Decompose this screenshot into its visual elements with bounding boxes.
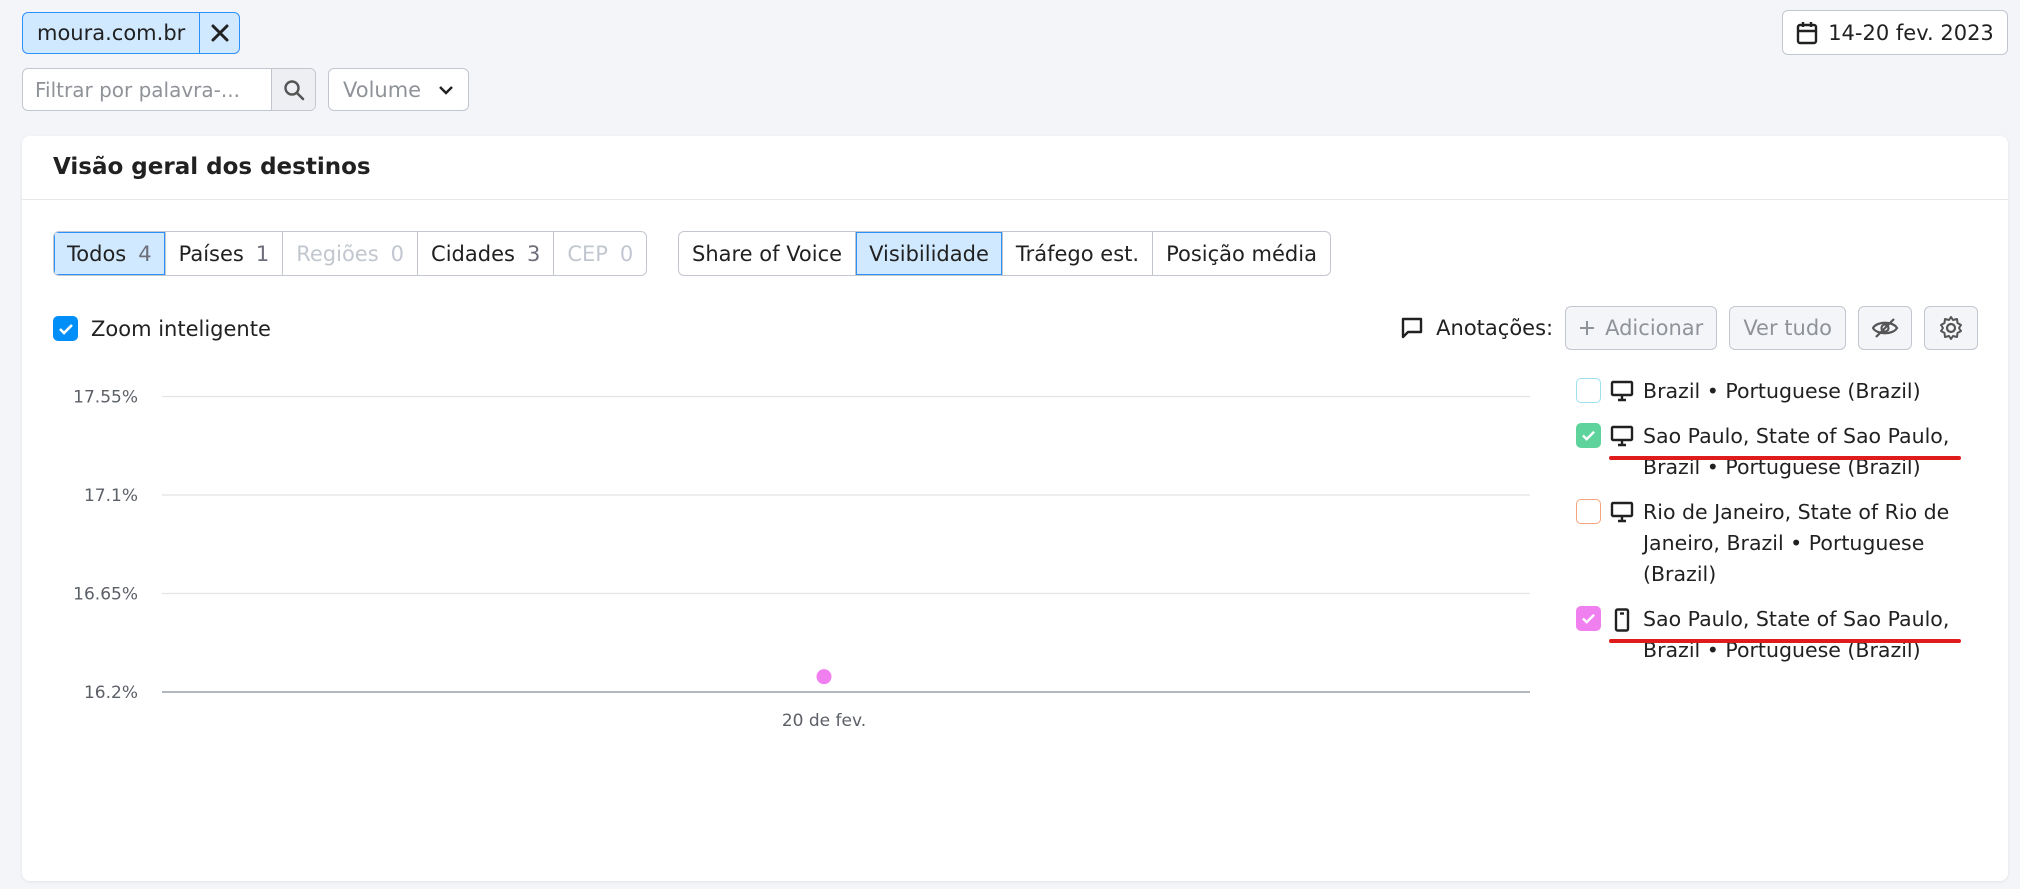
- close-icon[interactable]: [199, 13, 239, 53]
- gear-icon: [1940, 316, 1962, 340]
- tab-label: CEP: [567, 241, 608, 266]
- chevron-down-icon: [439, 85, 453, 95]
- legend-checkbox[interactable]: [1576, 499, 1601, 524]
- y-tick-label: 17.55%: [73, 388, 138, 408]
- legend-label: Brazil • Portuguese (Brazil): [1643, 379, 1921, 403]
- data-point: [816, 669, 832, 685]
- x-tick-label: 20 de fev.: [782, 711, 866, 731]
- tab-label: Países: [178, 241, 244, 266]
- legend-checkbox[interactable]: [1576, 606, 1601, 631]
- comment-icon: [1401, 317, 1423, 339]
- search-icon: [283, 79, 304, 100]
- annotation-underline: [1609, 639, 1961, 643]
- check-icon: [1582, 613, 1595, 624]
- tab-cidades[interactable]: Cidades 3: [418, 232, 555, 275]
- annotations-toolbar: Anotações: Adicionar Ver tudo: [1400, 306, 1978, 350]
- card-divider: [22, 199, 2008, 200]
- card-title: Visão geral dos destinos: [53, 154, 371, 180]
- hide-annotations-button[interactable]: [1858, 306, 1912, 350]
- legend-label: Sao Paulo, State of Sao Paulo, Brazil • …: [1643, 607, 1950, 662]
- tab-visibilidade[interactable]: Visibilidade: [856, 232, 1003, 275]
- visibility-chart: 18%17.55%17.1%16.65%16.2%20 de fev.: [73, 388, 1530, 731]
- legend-checkbox[interactable]: [1576, 423, 1601, 448]
- metric-tabs: Share of Voice Visibilidade Tráfego est.…: [678, 231, 1331, 276]
- desktop-icon: [1610, 425, 1634, 447]
- volume-select[interactable]: Volume: [328, 68, 469, 111]
- smart-zoom-label: Zoom inteligente: [91, 316, 271, 341]
- tab-posicao-media[interactable]: Posição média: [1153, 232, 1330, 275]
- destinations-overview-card: Visão geral dos destinos Todos 4 Países …: [22, 136, 2008, 881]
- legend-item-sao-paulo-desktop[interactable]: Sao Paulo, State of Sao Paulo, Brazil • …: [1576, 421, 1976, 483]
- chart-legend: Brazil • Portuguese (Brazil) Sao Paulo, …: [1576, 376, 1976, 680]
- y-tick-label: 17.1%: [84, 486, 138, 506]
- smart-zoom-checkbox[interactable]: [53, 316, 78, 341]
- chart-settings-button[interactable]: [1924, 306, 1978, 350]
- view-all-button[interactable]: Ver tudo: [1729, 306, 1846, 350]
- mobile-icon: [1614, 608, 1630, 632]
- desktop-icon: [1610, 501, 1634, 523]
- add-annotation-button[interactable]: Adicionar: [1565, 306, 1718, 350]
- check-icon: [58, 323, 73, 335]
- tab-count: 3: [526, 241, 541, 266]
- keyword-filter: [22, 68, 316, 111]
- plus-icon: [1580, 321, 1595, 335]
- tab-count: 0: [390, 241, 405, 266]
- date-range-button[interactable]: 14-20 fev. 2023: [1782, 10, 2008, 55]
- legend-checkbox[interactable]: [1576, 378, 1601, 403]
- eye-off-icon: [1871, 318, 1899, 338]
- view-all-label: Ver tudo: [1743, 316, 1832, 340]
- search-button[interactable]: [271, 69, 315, 110]
- desktop-icon: [1610, 380, 1634, 402]
- domain-label: moura.com.br: [37, 21, 186, 45]
- tab-label: Regiões: [296, 241, 379, 266]
- add-annotation-label: Adicionar: [1605, 316, 1704, 340]
- tab-count: 4: [138, 241, 152, 266]
- tab-trafego[interactable]: Tráfego est.: [1003, 232, 1154, 275]
- location-tabs: Todos 4 Países 1 Regiões 0 Cidades 3 CEP…: [53, 231, 648, 276]
- legend-item-rio-de-janeiro[interactable]: Rio de Janeiro, State of Rio de Janeiro,…: [1576, 497, 1976, 590]
- check-icon: [1582, 430, 1595, 441]
- y-tick-label: 16.65%: [73, 585, 138, 605]
- domain-tag: moura.com.br: [22, 12, 241, 54]
- smart-zoom-toggle[interactable]: Zoom inteligente: [53, 316, 271, 341]
- y-tick-label: 16.2%: [84, 683, 138, 703]
- tab-regioes: Regiões 0: [283, 232, 419, 275]
- tab-share-of-voice[interactable]: Share of Voice: [679, 232, 857, 275]
- tab-paises[interactable]: Países 1: [166, 232, 284, 275]
- annotations-label: Anotações:: [1436, 316, 1554, 340]
- legend-item-sao-paulo-mobile[interactable]: Sao Paulo, State of Sao Paulo, Brazil • …: [1576, 604, 1976, 666]
- legend-label: Sao Paulo, State of Sao Paulo, Brazil • …: [1643, 424, 1950, 479]
- legend-item-brazil[interactable]: Brazil • Portuguese (Brazil): [1576, 376, 1976, 407]
- legend-label: Rio de Janeiro, State of Rio de Janeiro,…: [1643, 500, 1950, 586]
- tab-cep: CEP 0: [554, 232, 646, 275]
- tab-count: 1: [255, 241, 270, 266]
- date-range-label: 14-20 fev. 2023: [1828, 20, 1994, 45]
- calendar-icon: [1796, 21, 1818, 44]
- tab-label: Cidades: [431, 241, 515, 266]
- annotation-underline: [1609, 456, 1961, 460]
- tab-count: 0: [619, 241, 634, 266]
- tab-label: Todos: [67, 241, 127, 266]
- volume-label: Volume: [343, 77, 422, 102]
- keyword-filter-input[interactable]: [23, 69, 271, 110]
- tab-todos[interactable]: Todos 4: [54, 232, 166, 275]
